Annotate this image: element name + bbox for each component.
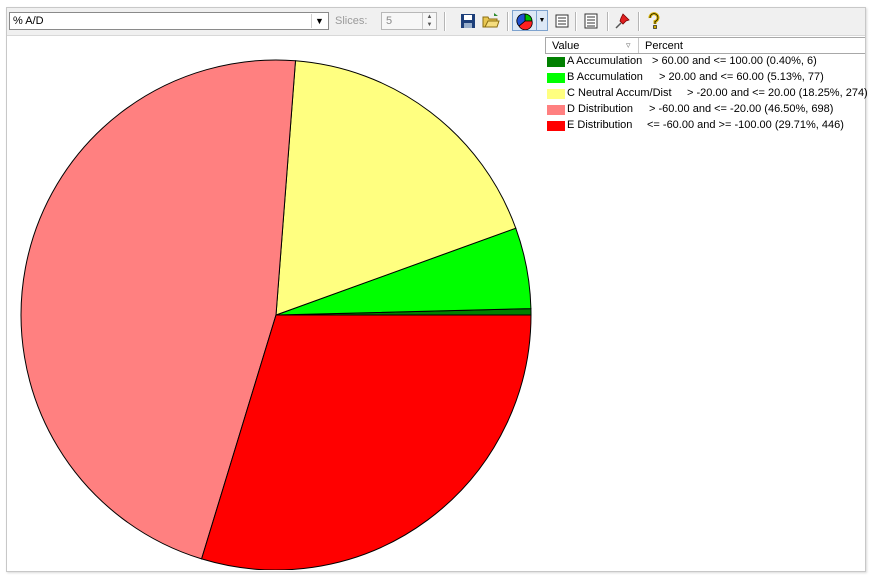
details-list-icon	[584, 13, 598, 29]
legend-item-name: A Accumulation	[567, 55, 643, 67]
chart-type-button[interactable]: ▼	[512, 10, 548, 31]
legend-item-range: > -60.00 and <= -20.00 (46.50%, 698)	[649, 103, 834, 115]
chart-window: % A/D ▼ Slices: 5 ▲ ▼ ▼ Value ▿ Percent …	[6, 7, 868, 572]
legend-swatch	[547, 105, 565, 115]
legend-item[interactable]: D Distribution > -60.00 and <= -20.00 (4…	[545, 102, 865, 118]
legend-header: Value ▿ Percent	[545, 37, 865, 54]
sort-icon[interactable]: ▿	[626, 40, 631, 51]
legend-item-name: C Neutral Accum/Dist	[567, 87, 672, 99]
column-divider[interactable]	[638, 38, 639, 53]
metric-dropdown[interactable]: % A/D ▼	[9, 12, 329, 30]
legend-swatch	[547, 57, 565, 67]
legend-item-range: > 20.00 and <= 60.00 (5.13%, 77)	[659, 71, 824, 83]
save-icon	[461, 14, 475, 28]
help-button[interactable]	[645, 12, 663, 30]
legend-item-name: D Distribution	[567, 103, 634, 115]
toolbar-separator	[607, 12, 609, 31]
column-header-value[interactable]: Value	[552, 40, 579, 52]
chevron-down-icon[interactable]: ▼	[311, 14, 327, 28]
legend-swatch	[547, 89, 565, 99]
toolbar-separator	[444, 12, 446, 31]
legend-item-range: > 60.00 and <= 100.00 (0.40%, 6)	[652, 55, 817, 67]
legend-panel: Value ▿ Percent A Accumulation > 60.00 a…	[545, 37, 868, 134]
toolbar: % A/D ▼ Slices: 5 ▲ ▼ ▼	[7, 8, 865, 36]
save-button[interactable]	[459, 12, 477, 30]
legend-swatch	[547, 73, 565, 83]
legend-item-range: <= -60.00 and >= -100.00 (29.71%, 446)	[647, 119, 844, 131]
legend-button[interactable]	[553, 12, 571, 30]
pin-icon	[615, 13, 630, 29]
pin-button[interactable]	[614, 12, 632, 30]
legend-item[interactable]: A Accumulation > 60.00 and <= 100.00 (0.…	[545, 54, 865, 70]
legend-item-name: E Distribution	[567, 119, 633, 131]
toolbar-separator	[507, 12, 509, 31]
pie-chart	[20, 59, 532, 570]
help-icon	[648, 12, 660, 29]
column-header-percent[interactable]: Percent	[645, 40, 683, 52]
open-button[interactable]	[482, 12, 500, 30]
chevron-down-icon[interactable]: ▼	[536, 11, 547, 30]
legend-item[interactable]: E Distribution <= -60.00 and >= -100.00 …	[545, 118, 865, 134]
details-button[interactable]	[582, 12, 600, 30]
legend-item-range: > -20.00 and <= 20.00 (18.25%, 274)	[687, 87, 868, 99]
list-icon	[555, 14, 569, 28]
slices-label: Slices:	[335, 15, 368, 27]
slices-stepper[interactable]: 5 ▲ ▼	[381, 12, 437, 30]
slices-value: 5	[386, 15, 393, 27]
toolbar-separator	[638, 12, 640, 31]
legend-item[interactable]: C Neutral Accum/Dist > -20.00 and <= 20.…	[545, 86, 868, 102]
pie-chart-icon	[516, 13, 533, 30]
spin-arrows-icon[interactable]: ▲ ▼	[422, 13, 436, 29]
legend-item-name: B Accumulation	[567, 71, 643, 83]
open-folder-icon	[482, 13, 500, 28]
metric-dropdown-value: % A/D	[13, 15, 44, 27]
toolbar-separator	[575, 12, 577, 31]
legend-item[interactable]: B Accumulation > 20.00 and <= 60.00 (5.1…	[545, 70, 865, 86]
legend-swatch	[547, 121, 565, 131]
